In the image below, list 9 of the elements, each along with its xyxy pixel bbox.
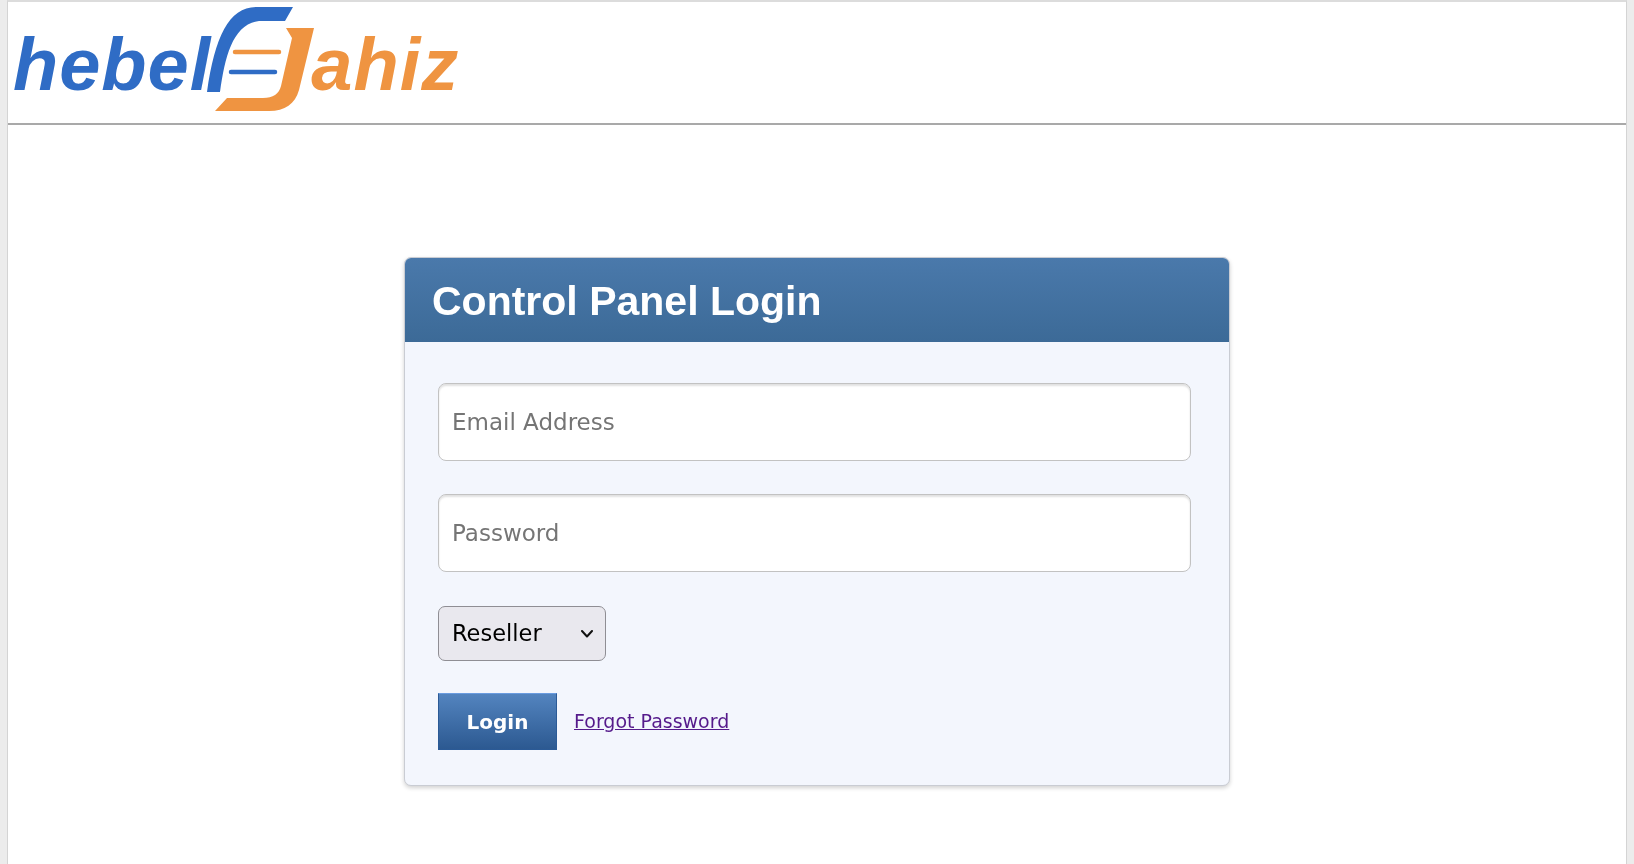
login-button[interactable]: Login — [438, 693, 557, 750]
logo-text: hebel — [13, 28, 212, 102]
dropdown[interactable]: Reseller — [438, 606, 606, 661]
email-field[interactable]: Email Address — [438, 383, 1191, 461]
password-field[interactable]: Password — [438, 494, 1191, 572]
forgot-password-link[interactable]: Forgot Password — [574, 707, 730, 736]
panel-title: Control Panel Login — [432, 281, 822, 322]
chevron-down-icon — [581, 629, 593, 638]
logo-text: ahiz — [311, 28, 460, 102]
